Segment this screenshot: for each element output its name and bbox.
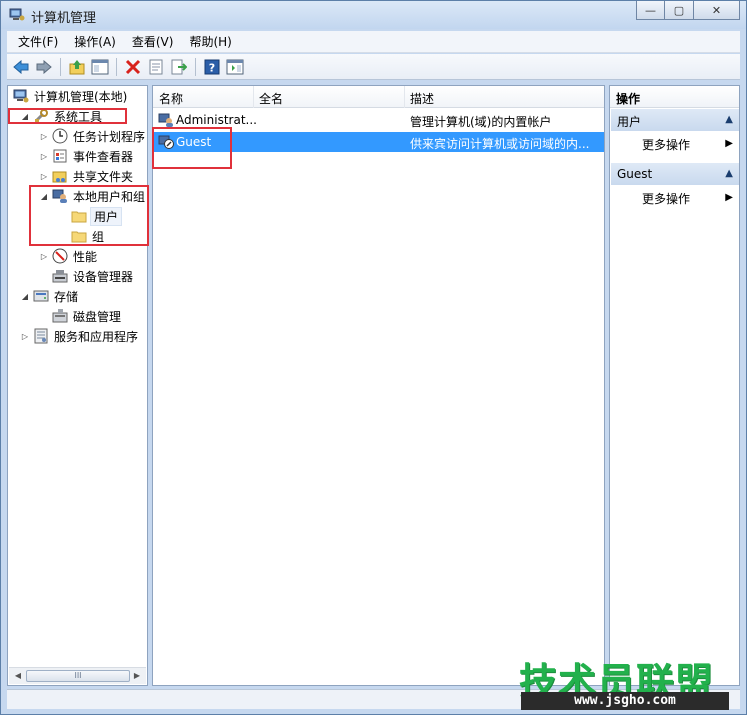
maximize-button[interactable]: ▢ <box>665 1 694 20</box>
column-name[interactable]: 名称 <box>159 90 183 107</box>
collapse-arrow-icon[interactable]: ▲ <box>725 114 733 125</box>
section-label: Guest <box>617 167 653 181</box>
column-divider[interactable] <box>404 86 405 108</box>
tree-item-device-manager[interactable]: 设备管理器 <box>49 266 135 286</box>
tree-item-label: 任务计划程序 <box>73 129 146 144</box>
tree-item-storage[interactable]: ◢ 存储 <box>20 286 80 306</box>
title-bar[interactable]: 计算机管理 — ▢ ✕ <box>1 1 746 29</box>
submenu-arrow-icon[interactable]: ▶ <box>725 138 733 149</box>
collapse-arrow-icon[interactable]: ▲ <box>725 168 733 179</box>
watermark-url: www.jsgho.com <box>521 692 729 710</box>
menu-bar: 文件(F) 操作(A) 查看(V) 帮助(H) <box>7 31 740 53</box>
window-title: 计算机管理 <box>31 11 97 26</box>
collapsed-arrow-icon[interactable]: ▷ <box>39 152 49 161</box>
back-icon[interactable] <box>11 57 31 77</box>
tree-root-label: 计算机管理(本地) <box>34 89 128 104</box>
up-icon[interactable] <box>67 57 87 77</box>
more-actions-item[interactable]: 更多操作 <box>642 190 690 207</box>
collapsed-arrow-icon[interactable]: ▷ <box>39 172 49 181</box>
computer-management-window: 计算机管理 — ▢ ✕ 文件(F) 操作(A) 查看(V) 帮助(H) ? 计算… <box>0 0 747 715</box>
cell-description: 供来宾访问计算机或访问域的内... <box>410 137 590 151</box>
toolbar-separator <box>195 57 196 76</box>
horizontal-scrollbar[interactable]: ◀ III ▶ <box>9 667 146 684</box>
cell-name: Administrat... <box>176 113 256 127</box>
toolbar-separator <box>116 57 117 76</box>
menu-view[interactable]: 查看(V) <box>127 33 179 50</box>
column-divider[interactable] <box>253 86 254 108</box>
show-action-pane-icon[interactable] <box>225 57 245 77</box>
collapsed-arrow-icon[interactable]: ▷ <box>20 332 30 341</box>
tree-item-disk-management[interactable]: 磁盘管理 <box>49 306 123 326</box>
svg-text:?: ? <box>209 61 215 74</box>
tree-item-label: 事件查看器 <box>73 149 134 164</box>
column-fullname[interactable]: 全名 <box>259 90 283 107</box>
actions-section-users[interactable]: 用户 ▲ <box>611 109 739 131</box>
tree-item-event-viewer[interactable]: ▷ 事件查看器 <box>39 146 135 166</box>
tree-item-services-apps[interactable]: ▷ 服务和应用程序 <box>20 326 140 346</box>
services-applications-icon <box>34 328 48 344</box>
tree-item-label: 服务和应用程序 <box>54 329 139 344</box>
shared-folder-icon <box>52 171 67 183</box>
actions-section-guest[interactable]: Guest ▲ <box>611 163 739 185</box>
performance-icon <box>52 248 68 264</box>
computer-management-icon <box>9 8 25 21</box>
collapsed-arrow-icon[interactable]: ▷ <box>39 252 49 261</box>
toolbar-separator <box>60 57 61 76</box>
actions-pane: 操作 用户 ▲ 更多操作 ▶ Guest ▲ 更多操作 ▶ <box>609 85 740 686</box>
clock-icon <box>52 128 68 144</box>
close-button[interactable]: ✕ <box>694 1 740 20</box>
help-icon[interactable]: ? <box>202 57 222 77</box>
tree-item-task-scheduler[interactable]: ▷ 任务计划程序 <box>39 126 147 146</box>
cell-description: 管理计算机(域)的内置帐户 <box>410 115 552 129</box>
list-header: 名称 全名 描述 <box>153 86 604 108</box>
expanded-arrow-icon[interactable]: ◢ <box>20 292 30 301</box>
tree-item-performance[interactable]: ▷ 性能 <box>39 246 99 266</box>
collapsed-arrow-icon[interactable]: ▷ <box>39 132 49 141</box>
menu-action[interactable]: 操作(A) <box>69 33 121 50</box>
tree-item-label: 共享文件夹 <box>73 169 134 184</box>
toolbar: ? <box>7 54 740 80</box>
section-label: 用户 <box>617 115 642 129</box>
console-tree[interactable]: 计算机管理(本地) ◢ 系统工具 ▷ 任务计划程序 ▷ 事件查看器 ▷ 共享文件… <box>7 85 148 686</box>
scrollbar-thumb[interactable]: III <box>26 670 130 682</box>
highlight-box-local-users <box>29 185 149 246</box>
event-viewer-icon <box>53 149 67 163</box>
user-list[interactable]: 名称 全名 描述 Administrat... 管理计算机(域)的内置帐户 Gu… <box>152 85 605 686</box>
submenu-arrow-icon[interactable]: ▶ <box>725 192 733 203</box>
device-manager-icon <box>52 270 68 283</box>
actions-title: 操作 <box>610 86 739 108</box>
disk-management-icon <box>52 309 68 323</box>
highlight-box-guest <box>152 127 232 169</box>
delete-icon[interactable] <box>123 57 143 77</box>
export-icon[interactable] <box>169 57 189 77</box>
computer-management-icon <box>13 89 29 103</box>
forward-icon[interactable] <box>34 57 54 77</box>
scroll-left-icon[interactable]: ◀ <box>10 669 26 683</box>
tree-item-label: 性能 <box>73 249 98 264</box>
tree-item-label: 设备管理器 <box>73 269 134 284</box>
more-actions-item[interactable]: 更多操作 <box>642 136 690 153</box>
menu-help[interactable]: 帮助(H) <box>184 33 236 50</box>
tree-root[interactable]: 计算机管理(本地) <box>10 86 129 106</box>
minimize-button[interactable]: — <box>636 1 665 20</box>
tree-item-label: 存储 <box>54 289 79 304</box>
highlight-box-system-tools <box>8 108 127 124</box>
storage-icon <box>33 290 49 302</box>
menu-file[interactable]: 文件(F) <box>13 33 63 50</box>
scroll-right-icon[interactable]: ▶ <box>129 669 145 683</box>
tree-item-label: 磁盘管理 <box>73 309 122 324</box>
properties-icon[interactable] <box>146 57 166 77</box>
column-description[interactable]: 描述 <box>410 90 434 107</box>
tree-item-shared-folders[interactable]: ▷ 共享文件夹 <box>39 166 135 186</box>
user-account-icon <box>158 113 173 127</box>
show-hide-tree-icon[interactable] <box>90 57 110 77</box>
